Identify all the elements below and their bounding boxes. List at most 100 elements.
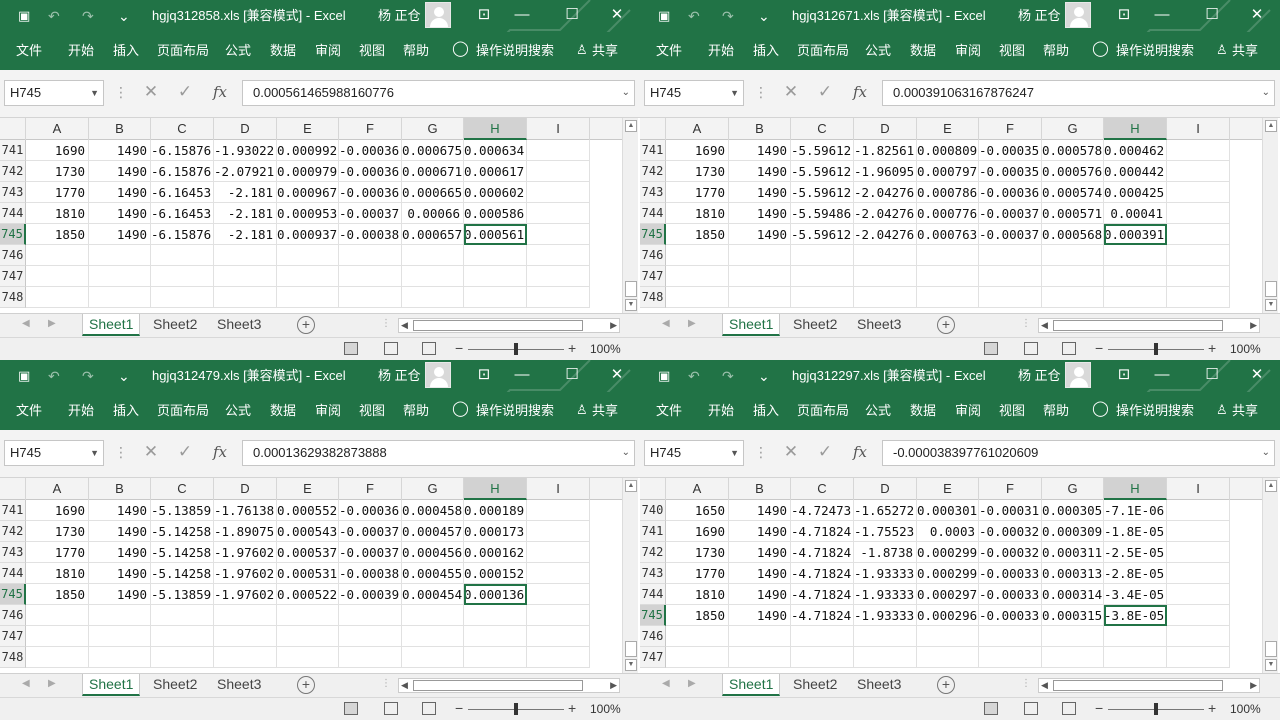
cell[interactable]: 0.000992 [277,140,339,161]
cell[interactable] [1042,245,1104,266]
cell[interactable]: 1490 [729,542,791,563]
select-all-corner[interactable] [640,478,666,500]
cell[interactable] [151,605,214,626]
zoom-in-icon[interactable]: + [568,700,576,716]
cell[interactable] [464,266,527,287]
cell[interactable]: 0.000522 [277,584,339,605]
cell[interactable]: -6.15876 [151,161,214,182]
cell[interactable]: -4.71824 [791,542,854,563]
cell[interactable]: 0.000578 [1042,140,1104,161]
active-cell[interactable]: 0.000561 [464,224,527,245]
cell[interactable] [527,605,590,626]
scroll-up-icon[interactable]: ▲ [1265,120,1277,132]
menu-item[interactable]: 插入 [753,403,779,419]
cancel-icon[interactable]: ✕ [781,82,801,102]
column-header-g[interactable]: G [402,478,464,500]
save-icon[interactable]: ▣ [658,366,670,386]
column-header-d[interactable]: D [854,118,917,140]
column-header-i[interactable]: I [1167,118,1230,140]
cell[interactable] [214,605,277,626]
cell[interactable] [527,584,590,605]
cell[interactable] [277,266,339,287]
cell[interactable]: 1490 [89,140,151,161]
scroll-thumb[interactable] [625,641,637,657]
row-header[interactable]: 743 [0,182,26,203]
cell[interactable]: -0.00036 [339,182,402,203]
cell[interactable]: 0.000571 [1042,203,1104,224]
row-header[interactable]: 746 [640,245,666,266]
select-all-corner[interactable] [0,478,26,500]
cell[interactable] [339,626,402,647]
menu-item[interactable]: 帮助 [403,403,429,419]
cell[interactable] [1167,521,1230,542]
cell[interactable] [979,266,1042,287]
column-header-c[interactable]: C [151,118,214,140]
menu-item[interactable]: 共享 [592,43,618,59]
cell[interactable] [339,266,402,287]
cell[interactable]: 0.000763 [917,224,979,245]
zoom-level[interactable]: 100% [1230,342,1261,356]
menu-item[interactable]: 页面布局 [797,43,849,59]
cell[interactable]: -2.5E-05 [1104,542,1167,563]
cell[interactable]: 0.000314 [1042,584,1104,605]
cell[interactable]: -4.71824 [791,605,854,626]
horizontal-scrollbar[interactable]: ◀ ▶ [1038,318,1260,333]
row-header[interactable]: 741 [640,521,666,542]
page-layout-icon[interactable] [1024,702,1038,715]
cell[interactable]: -2.07921 [214,161,277,182]
cell[interactable]: 1490 [89,563,151,584]
cell[interactable]: 0.000786 [917,182,979,203]
cell[interactable] [1167,203,1230,224]
row-header[interactable]: 744 [640,584,666,605]
cell[interactable] [277,245,339,266]
cell[interactable] [854,647,917,668]
menu-item[interactable]: 公式 [225,43,251,59]
menu-item[interactable]: 操作说明搜索 [476,403,554,419]
cell[interactable]: -1.96095 [854,161,917,182]
cell[interactable] [1104,266,1167,287]
user-name[interactable]: 杨 正仓 [1018,6,1061,26]
row-header[interactable]: 741 [640,140,666,161]
cell[interactable]: -6.16453 [151,182,214,203]
cell[interactable] [214,266,277,287]
cell[interactable]: 1490 [729,584,791,605]
save-icon[interactable]: ▣ [18,6,30,26]
row-header[interactable]: 746 [0,605,26,626]
cell[interactable] [1104,647,1167,668]
more-icon[interactable]: ⋮ [381,318,391,329]
cell[interactable]: 1490 [89,224,151,245]
more-icon[interactable]: ⋮ [381,678,391,689]
row-header[interactable]: 740 [640,500,666,521]
cell[interactable]: -1.8738 [854,542,917,563]
avatar[interactable] [1065,362,1091,388]
horizontal-scrollbar[interactable]: ◀ ▶ [398,318,620,333]
cell[interactable]: 0.000455 [402,563,464,584]
cell[interactable]: -4.72473 [791,500,854,521]
cell[interactable]: 0.000568 [1042,224,1104,245]
zoom-in-icon[interactable]: + [1208,700,1216,716]
row-header[interactable]: 747 [0,626,26,647]
more-icon[interactable]: ⋮ [1021,678,1031,689]
menu-item[interactable]: 审阅 [955,403,981,419]
zoom-level[interactable]: 100% [1230,702,1261,716]
row-header[interactable]: 742 [640,542,666,563]
cell[interactable]: -1.97602 [214,584,277,605]
cell[interactable] [464,605,527,626]
cell[interactable] [1167,245,1230,266]
row-header[interactable]: 742 [0,161,26,182]
cell[interactable]: 0.000152 [464,563,527,584]
scroll-right-icon[interactable]: ▶ [610,320,617,331]
cell[interactable] [89,626,151,647]
column-header-i[interactable]: I [1167,478,1230,500]
cell[interactable] [277,287,339,308]
menu-item[interactable]: 插入 [753,43,779,59]
cell[interactable]: -5.13859 [151,584,214,605]
cell[interactable] [277,626,339,647]
cell[interactable]: 1490 [89,521,151,542]
cell[interactable] [854,245,917,266]
cell[interactable] [1042,287,1104,308]
cell[interactable] [26,647,89,668]
cell[interactable] [666,647,729,668]
cell[interactable]: -6.15876 [151,140,214,161]
cell[interactable] [527,245,590,266]
